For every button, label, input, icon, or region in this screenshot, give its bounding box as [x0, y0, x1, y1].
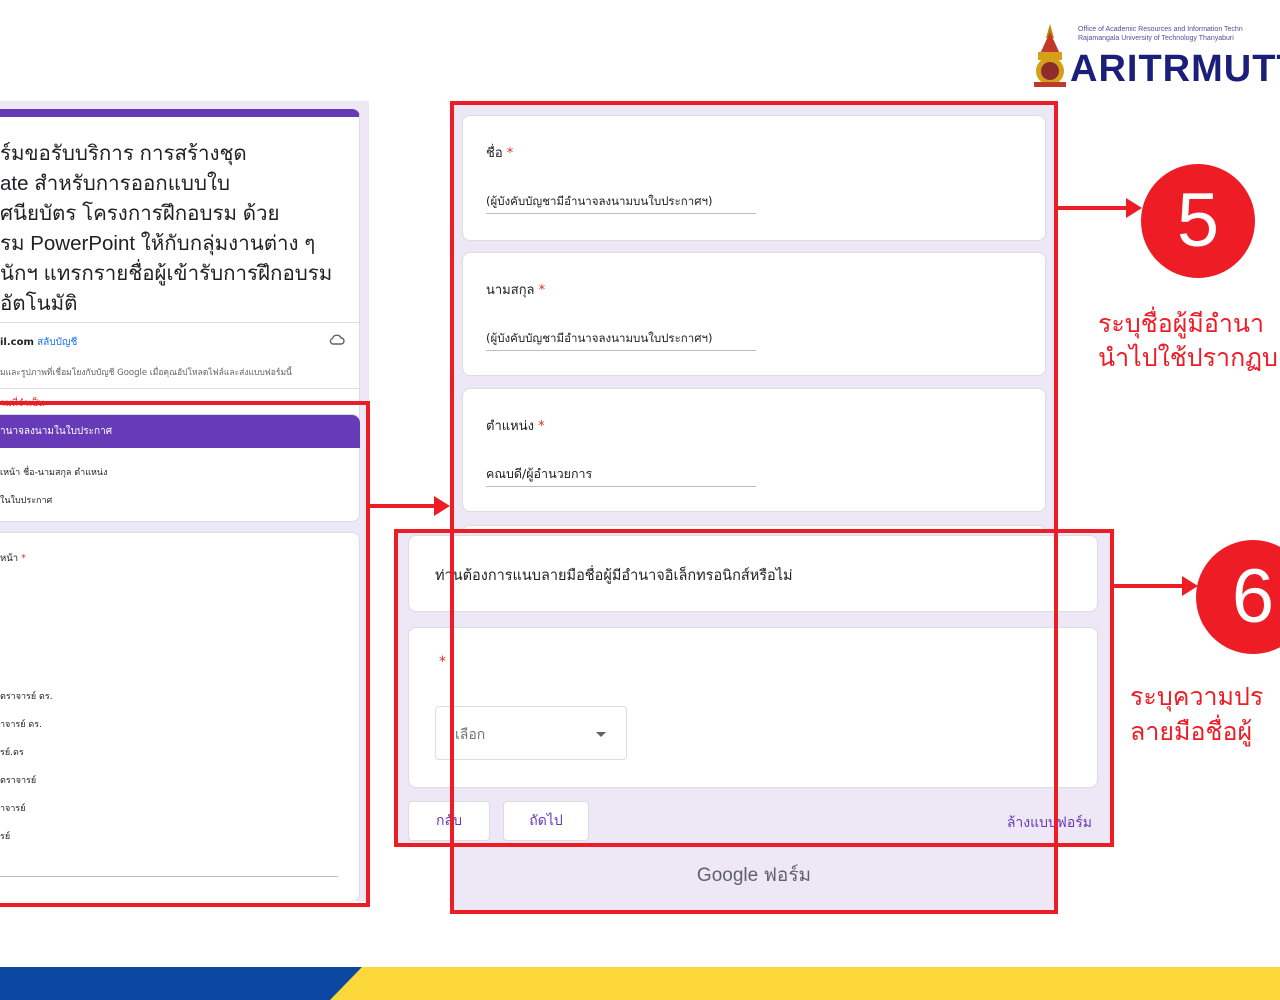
step-6-caption-line1: ระบุความปร [1130, 682, 1264, 711]
form-title-line: อัตโนมัติ [0, 292, 78, 315]
arrow-right-icon [1126, 198, 1142, 218]
logo-university-line: Rajamangala University of Technology Tha… [1078, 35, 1234, 42]
cloud-icon [329, 334, 345, 345]
google-account-notice: มและรูปภาพที่เชื่อมโยงกับบัญชี Google เม… [0, 368, 292, 378]
arrow-step5-line [1058, 206, 1128, 210]
form-title-line: ศนียบัตร โครงการฝึกอบรม ด้วย [0, 202, 280, 225]
logo-office-line: Office of Academic Resources and Informa… [1078, 26, 1243, 33]
step-5-badge: 5 [1141, 164, 1255, 278]
highlight-box-popup [394, 529, 1114, 847]
account-email: il.com สลับบัญชี [0, 335, 77, 350]
arrow-step6-line [1114, 584, 1184, 588]
step-5-caption-line1: ระบุชื่อผู้มีอำนา [1098, 309, 1265, 338]
form-title-line: ร์มขอรับบริการ การสร้างชุด [0, 142, 247, 165]
divider [0, 388, 359, 389]
form-title-line: รม PowerPoint ให้กับกลุ่มงานต่าง ๆ [0, 232, 316, 255]
step-5-caption-line2: นำไปใช้ปรากฏบ [1098, 343, 1278, 372]
form-title-line: นักฯ แทรกรายชื่อผู้เข้ารับการฝึกอบรม [0, 262, 333, 285]
arrow-left-to-main-line [370, 504, 436, 508]
aritrmutt-logo: Office of Academic Resources and Informa… [1030, 22, 1280, 92]
step-6-caption-line2: ลายมือชื่อผู้ [1130, 717, 1253, 746]
email-text: il.com [0, 337, 34, 348]
university-seal-icon [1034, 24, 1066, 87]
step-6-badge: 6 [1196, 540, 1280, 654]
highlight-box-left [0, 401, 370, 907]
divider [0, 322, 359, 323]
switch-account-link[interactable]: สลับบัญชี [37, 337, 77, 348]
arrow-right-icon [434, 496, 450, 516]
form-title: ร์มขอรับบริการ การสร้างชุด ate สำหรับการ… [0, 139, 355, 319]
bottom-yellow-bar [330, 967, 1280, 1000]
logo-wordmark: ARITRMUTT [1070, 48, 1280, 90]
form-title-line: ate สำหรับการออกแบบใบ [0, 172, 230, 195]
